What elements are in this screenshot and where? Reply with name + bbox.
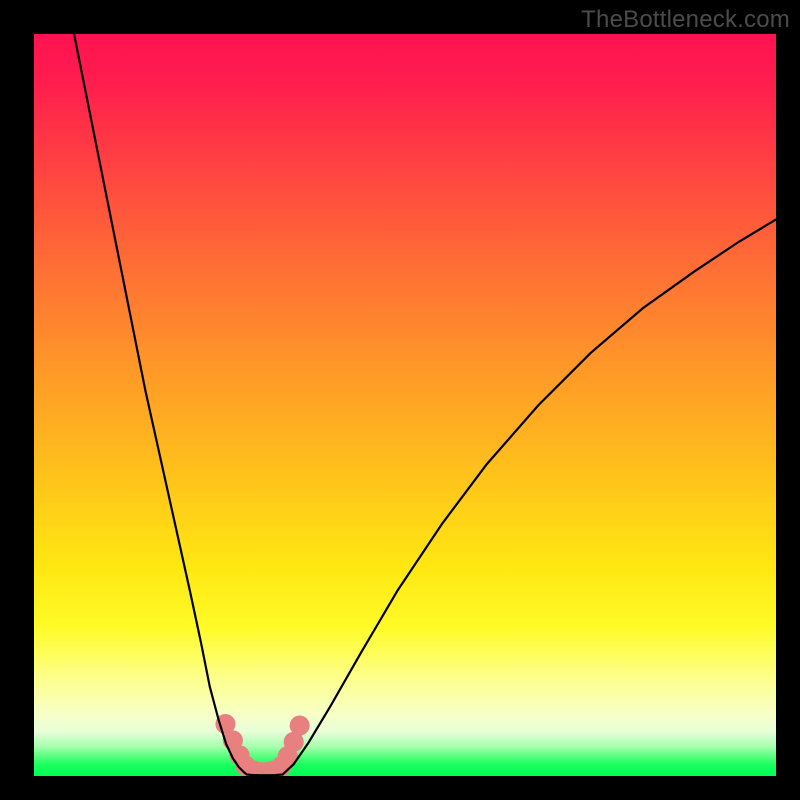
curve-layer [74, 34, 776, 775]
bottleneck-curve [74, 34, 776, 775]
chart-svg [34, 34, 776, 776]
plot-area [34, 34, 776, 776]
data-marker [290, 716, 310, 736]
watermark-text: TheBottleneck.com [581, 6, 790, 34]
outer-frame: TheBottleneck.com [0, 0, 800, 800]
marker-layer [215, 714, 309, 776]
